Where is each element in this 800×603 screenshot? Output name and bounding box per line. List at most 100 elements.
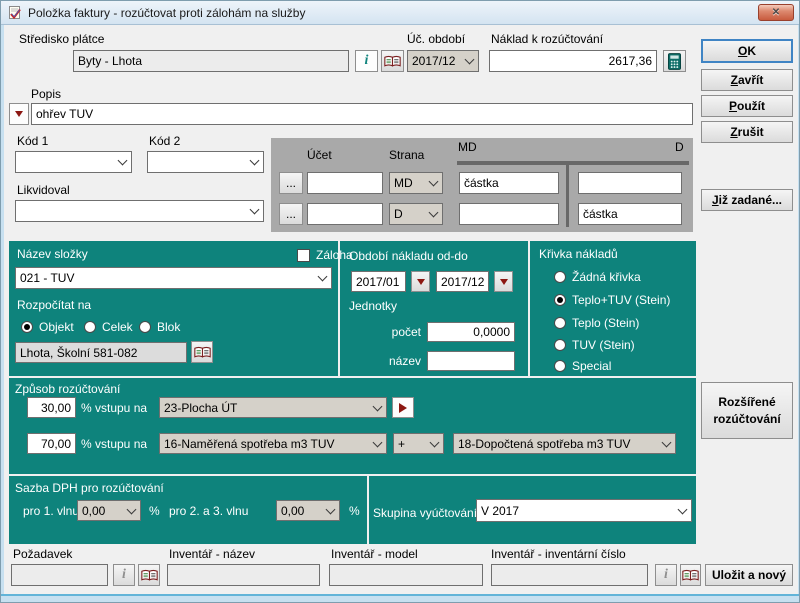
inv-cislo-field[interactable] bbox=[491, 564, 648, 586]
obdobi-do-field[interactable]: 2017/12 bbox=[436, 271, 489, 292]
radio-teplo-tuv-stein-label[interactable]: Teplo+TUV (Stein) bbox=[572, 293, 670, 307]
inventar-catalog-button[interactable] bbox=[680, 564, 701, 586]
ucet-field-2[interactable] bbox=[307, 203, 383, 225]
kod1-combo[interactable] bbox=[15, 151, 132, 173]
popis-dropdown-button[interactable] bbox=[9, 103, 29, 125]
ucet-field-1[interactable] bbox=[307, 172, 383, 194]
vlna2-combo[interactable]: 0,00 bbox=[276, 500, 340, 521]
radio-teplo-stein[interactable] bbox=[554, 317, 566, 329]
close-button[interactable]: ✕ bbox=[758, 4, 794, 21]
obdobi-od-dropdown-button[interactable] bbox=[411, 271, 430, 292]
pocet-field[interactable]: 0,0000 bbox=[427, 322, 515, 342]
chevron-down-icon bbox=[429, 177, 439, 187]
inv-nazev-field[interactable] bbox=[167, 564, 320, 586]
zavrit-button[interactable]: Zavřít bbox=[701, 69, 793, 91]
obdobi-do-dropdown-button[interactable] bbox=[494, 271, 513, 292]
radio-special[interactable] bbox=[554, 360, 566, 372]
radio-blok[interactable] bbox=[139, 321, 151, 333]
naklad-field[interactable]: 2617,36 bbox=[489, 50, 657, 72]
zpusob-panel: Způsob rozúčtování 30,00 % vstupu na 23-… bbox=[9, 378, 696, 474]
vlna2-label: pro 2. a 3. vlnu bbox=[169, 504, 248, 518]
popis-field[interactable]: ohřev TUV bbox=[31, 103, 693, 125]
nazev-jednotky-field[interactable] bbox=[427, 351, 515, 371]
objekt-catalog-button[interactable] bbox=[191, 341, 213, 363]
obdobi-od-field[interactable]: 2017/01 bbox=[351, 271, 406, 292]
zaloha-checkbox[interactable] bbox=[297, 249, 310, 262]
stredisko-platce-field[interactable]: Byty - Lhota bbox=[73, 50, 349, 72]
naklad-label: Náklad k rozúčtování bbox=[491, 32, 603, 46]
ucet-label: Účet bbox=[307, 148, 332, 162]
objekt-field[interactable]: Lhota, Školní 581-082 bbox=[15, 342, 187, 363]
nazev-slozky-combo[interactable]: 021 - TUV bbox=[15, 267, 332, 289]
chevron-down-icon bbox=[373, 437, 383, 447]
chevron-down-icon bbox=[430, 437, 440, 447]
obdobi-nakladu-label: Období nákladu od-do bbox=[349, 249, 468, 263]
title-bar: Položka faktury - rozúčtovat proti záloh… bbox=[1, 1, 800, 25]
run-rozuctovani-button[interactable] bbox=[392, 397, 414, 418]
velicina2b-combo[interactable]: 18-Dopočtená spotřeba m3 TUV bbox=[453, 433, 676, 454]
operator-combo[interactable]: + bbox=[393, 433, 444, 454]
radio-special-label[interactable]: Special bbox=[572, 359, 611, 373]
strana-combo-2[interactable]: D bbox=[389, 203, 443, 225]
ulozit-a-novy-button[interactable]: Uložit a nový bbox=[705, 564, 793, 586]
pouzit-button[interactable]: Použít bbox=[701, 95, 793, 117]
info-button[interactable]: i bbox=[355, 50, 378, 72]
kod1-label: Kód 1 bbox=[17, 134, 48, 148]
radio-celek[interactable] bbox=[84, 321, 96, 333]
velicina2a-combo[interactable]: 16-Naměřená spotřeba m3 TUV bbox=[159, 433, 387, 454]
ucet-browse-button-2[interactable]: ... bbox=[279, 203, 303, 225]
pct2-field[interactable]: 70,00 bbox=[27, 433, 76, 454]
inv-nazev-label: Inventář - název bbox=[169, 547, 255, 561]
calculator-button[interactable] bbox=[663, 50, 686, 72]
zpusob-label: Způsob rozúčtování bbox=[15, 382, 120, 396]
radio-teplo-stein-label[interactable]: Teplo (Stein) bbox=[572, 316, 639, 330]
velicina1-combo[interactable]: 23-Plocha ÚT bbox=[159, 397, 387, 418]
pozadavek-field[interactable] bbox=[11, 564, 108, 586]
uc-obdobi-label: Úč. období bbox=[407, 32, 465, 46]
d-amount-field-2[interactable]: částka bbox=[578, 203, 682, 225]
md-amount-field-2[interactable] bbox=[459, 203, 559, 225]
zaloha-label[interactable]: Záloha bbox=[316, 248, 353, 262]
pozadavek-label: Požadavek bbox=[13, 547, 72, 561]
radio-objekt[interactable] bbox=[21, 321, 33, 333]
ok-button[interactable]: OK bbox=[701, 39, 793, 63]
ucet-panel: Účet Strana MD D ... MD částka ... D čás… bbox=[271, 138, 693, 232]
skupina-label: Skupina vyúčtování bbox=[373, 506, 477, 520]
catalog-button[interactable] bbox=[381, 50, 404, 72]
zrusit-button[interactable]: Zrušit bbox=[701, 121, 793, 143]
radio-objekt-label[interactable]: Objekt bbox=[39, 320, 74, 334]
pct1-field[interactable]: 30,00 bbox=[27, 397, 76, 418]
radio-tuv-stein[interactable] bbox=[554, 339, 566, 351]
vlna1-combo[interactable]: 0,00 bbox=[77, 500, 141, 521]
chevron-down-icon bbox=[678, 504, 688, 514]
ucet-browse-button-1[interactable]: ... bbox=[279, 172, 303, 194]
close-icon: ✕ bbox=[772, 8, 780, 18]
chevron-down-icon bbox=[373, 401, 383, 411]
skupina-combo[interactable]: V 2017 bbox=[476, 499, 692, 522]
likvidoval-combo[interactable] bbox=[15, 200, 264, 222]
d-amount-field-1[interactable] bbox=[578, 172, 682, 194]
strana-combo-1[interactable]: MD bbox=[389, 172, 443, 194]
inventar-info-button[interactable]: i bbox=[655, 564, 677, 586]
radio-zadna-krivka[interactable] bbox=[554, 271, 566, 283]
open-book-icon bbox=[194, 346, 211, 359]
radio-tuv-stein-label[interactable]: TUV (Stein) bbox=[572, 338, 635, 352]
radio-teplo-tuv-stein[interactable] bbox=[554, 294, 566, 306]
pozadavek-catalog-button[interactable] bbox=[138, 564, 160, 586]
uc-obdobi-combo[interactable]: 2017/12 bbox=[407, 50, 479, 72]
pct1-label: % bbox=[149, 504, 160, 518]
dph-label: Sazba DPH pro rozúčtování bbox=[15, 481, 164, 495]
inv-model-field[interactable] bbox=[329, 564, 483, 586]
likvidoval-label: Likvidoval bbox=[17, 183, 70, 197]
pozadavek-info-button[interactable]: i bbox=[113, 564, 135, 586]
rozsirene-button[interactable]: Rozšířené rozúčtování bbox=[701, 382, 793, 439]
jiz-zadane-button[interactable]: Již zadané... bbox=[701, 189, 793, 211]
kod2-combo[interactable] bbox=[147, 151, 264, 173]
play-icon bbox=[399, 403, 407, 413]
md-amount-field-1[interactable]: částka bbox=[459, 172, 559, 194]
radio-zadna-krivka-label[interactable]: Žádná křivka bbox=[572, 270, 641, 284]
radio-blok-label[interactable]: Blok bbox=[157, 320, 180, 334]
radio-celek-label[interactable]: Celek bbox=[102, 320, 133, 334]
chevron-down-icon bbox=[250, 205, 260, 215]
chevron-down-icon bbox=[429, 208, 439, 218]
